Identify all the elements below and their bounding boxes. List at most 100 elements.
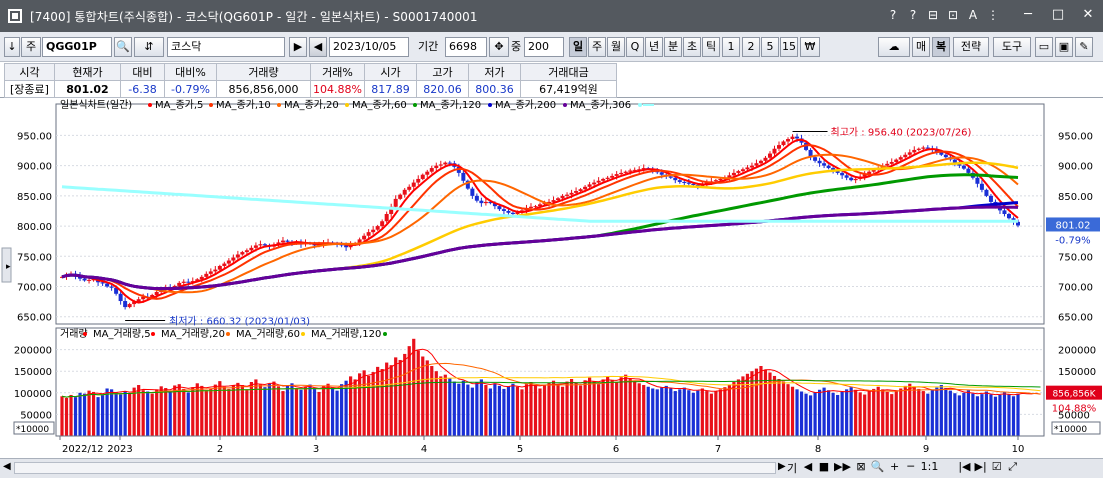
candle-body [222, 263, 227, 266]
scroll-right-icon[interactable]: ▶ [778, 461, 786, 472]
font-size-icon[interactable]: A [967, 8, 979, 22]
nav-icon-1[interactable]: ◀ [802, 460, 814, 476]
x-axis-label: 10 [1012, 444, 1025, 455]
candle-body [366, 232, 371, 236]
move-icon[interactable]: ✥ [489, 37, 509, 57]
nav-icon-5[interactable]: 🔍 [871, 460, 885, 476]
x-axis-label: 4 [421, 444, 427, 455]
volume-bar [64, 397, 69, 436]
list-toggle-icon[interactable]: ⇵ [134, 37, 164, 57]
candle-body [659, 172, 664, 175]
wrench-icon[interactable]: ✎ [1075, 37, 1093, 57]
volume-bar [763, 369, 768, 436]
period-input[interactable]: 6698 [445, 37, 487, 57]
folder-icon[interactable]: ▭ [1035, 37, 1053, 57]
nav-icon-2[interactable]: ■ [818, 460, 830, 476]
max-price-annotation: 최고가 : 956.40 (2023/07/26) [831, 127, 972, 139]
name-input[interactable]: 코스닥 [167, 37, 285, 57]
settings-icon[interactable]: ⋮ [987, 8, 999, 22]
candle-body [105, 283, 110, 287]
interval-button-3[interactable]: Q [626, 37, 644, 57]
interval-button-10[interactable]: 5 [761, 37, 779, 57]
x-axis-label: 7 [715, 444, 721, 455]
interval-button-6[interactable]: 초 [683, 37, 701, 57]
tools-button[interactable]: 도구 [993, 37, 1031, 57]
candle-body [817, 160, 822, 164]
table-icon[interactable]: ⊟ [927, 8, 939, 22]
question-icon[interactable]: ? [907, 8, 919, 22]
help-icon[interactable]: ? [887, 8, 899, 22]
volume-bar [935, 387, 939, 436]
chart-area[interactable]: ▸ 950.00 950.00 900.00 900.00 850.00 850.00 800… [0, 98, 1103, 458]
nav-icon-8[interactable]: 1:1 [921, 460, 939, 476]
candle-body [204, 273, 209, 277]
volume-bar [123, 391, 127, 436]
nav-icon-11[interactable]: ▶| [975, 460, 987, 476]
interval-button-4[interactable]: 년 [645, 37, 663, 57]
interval-button-0[interactable]: 일 [569, 37, 587, 57]
candle-body [840, 172, 845, 176]
nav-icon-7[interactable]: ─ [905, 460, 917, 476]
volume-bar [110, 389, 114, 436]
price-legend-item: MA_종가,10 [216, 99, 271, 111]
download-button[interactable]: ↓ [4, 37, 20, 57]
volume-bar [394, 357, 398, 436]
close-button[interactable]: ✕ [1073, 4, 1103, 26]
nav-icon-6[interactable]: + [889, 460, 901, 476]
volume-bar [1002, 391, 1007, 436]
volume-bar [515, 386, 520, 436]
candle-body [763, 157, 768, 161]
candlestick-chart[interactable]: ▸ 950.00 950.00 900.00 900.00 850.00 850.00 800… [0, 98, 1103, 458]
nav-icon-0[interactable]: 기 [786, 460, 798, 476]
interval-button-8[interactable]: 1 [722, 37, 740, 57]
code-input[interactable]: QGG01P [42, 37, 112, 57]
candle-body [596, 180, 601, 183]
search-icon[interactable]: 🔍 [114, 37, 132, 57]
nav-icon-12[interactable]: ☑ [991, 460, 1003, 476]
prev-stock-button[interactable]: ◀ [309, 37, 327, 57]
date-input[interactable]: 2023/10/05 [329, 37, 409, 57]
nav-icon-13[interactable]: ⤢ [1007, 460, 1019, 476]
nav-icon-3[interactable]: ▶▶ [834, 460, 851, 476]
minimize-button[interactable]: ─ [1013, 4, 1043, 26]
candle-body [677, 180, 682, 182]
interval-button-2[interactable]: 월 [607, 37, 625, 57]
volume-bar [606, 376, 610, 436]
volume-bar [714, 391, 718, 436]
nav-icon-9[interactable] [942, 460, 954, 476]
volume-bar [96, 397, 100, 436]
interval-button-1[interactable]: 주 [588, 37, 606, 57]
quote-value-0: [장종료] [4, 80, 55, 98]
nav-icon-4[interactable]: ⊠ [855, 460, 867, 476]
candle-body [556, 198, 561, 201]
scroll-left-icon[interactable]: ◀ [3, 461, 11, 472]
dock-icon[interactable]: ⊡ [947, 8, 959, 22]
volume-bar [339, 384, 344, 436]
next-stock-button[interactable]: ▶ [289, 37, 307, 57]
count-input[interactable]: 200 [524, 37, 564, 57]
volume-bar [100, 394, 105, 436]
save-icon[interactable]: ▣ [1055, 37, 1073, 57]
nav-icon-10[interactable]: |◀ [958, 460, 970, 476]
candle-body [109, 286, 114, 288]
interval-button-11[interactable]: 15 [780, 37, 798, 57]
horizontal-scrollbar[interactable] [14, 462, 776, 474]
window-controls: ─ □ ✕ [1013, 4, 1103, 26]
volume-bar [876, 386, 880, 436]
candle-body [795, 136, 800, 139]
interval-button-7[interactable]: 틱 [702, 37, 720, 57]
strategy-button[interactable]: 전략 [953, 37, 989, 57]
interval-button-5[interactable]: 분 [664, 37, 682, 57]
volume-bar [664, 385, 668, 436]
candle-body [181, 281, 186, 283]
volume-bar [836, 394, 840, 436]
maximize-button[interactable]: □ [1043, 4, 1073, 26]
overlay-button[interactable]: 복 [932, 37, 950, 57]
market-select[interactable]: 주 [21, 37, 41, 57]
app-icon [8, 9, 22, 23]
buy-button[interactable]: 매 [912, 37, 930, 57]
toolbar: ↓ 주 QGG01P 🔍 ⇵ 코스닥 ▶ ◀ 2023/10/05 기간 669… [0, 32, 1103, 62]
cloud-icon[interactable]: ☁ [878, 37, 910, 57]
interval-button-12[interactable]: ₩ [800, 37, 820, 57]
interval-button-9[interactable]: 2 [742, 37, 760, 57]
